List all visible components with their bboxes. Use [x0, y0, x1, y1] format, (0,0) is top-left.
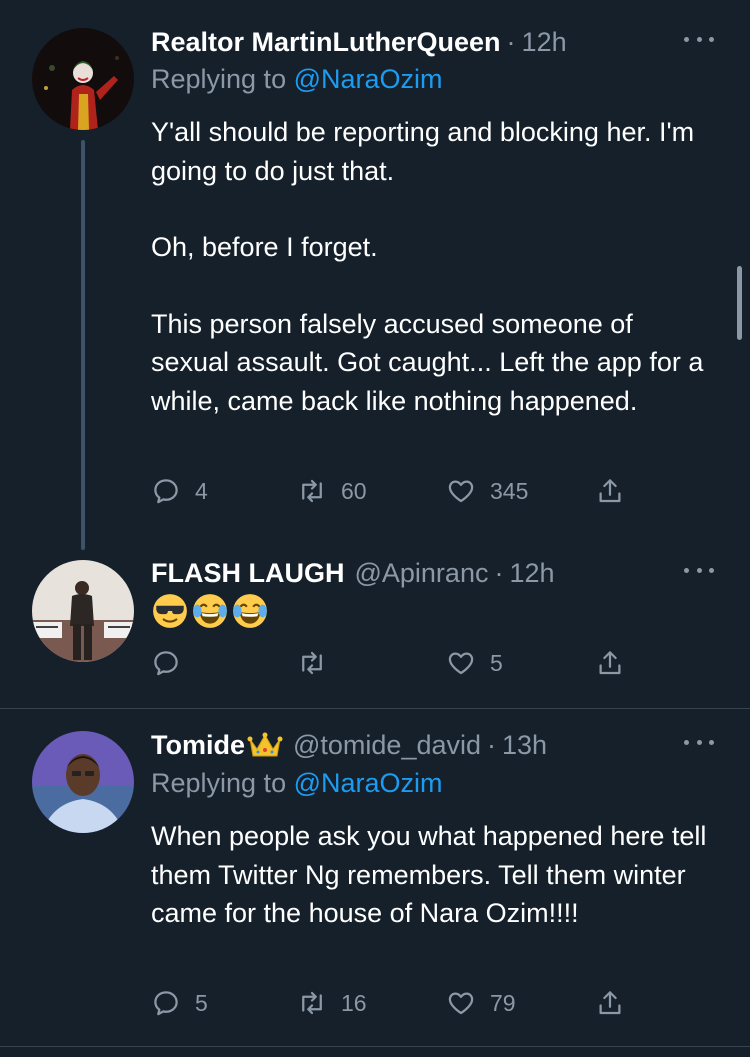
dot-separator: ·: [487, 729, 497, 760]
joker-avatar-image: [32, 28, 134, 130]
tweet-text: When people ask you what happened here t…: [151, 817, 726, 933]
tweet-paragraph: This person falsely accused someone of s…: [151, 308, 704, 416]
reply-button[interactable]: [151, 643, 195, 683]
sunglasses-emoji: [153, 594, 187, 628]
retweet-icon: [302, 479, 322, 503]
thread-line: [81, 140, 85, 550]
tweet-actions: 5 16 79: [151, 983, 631, 1023]
heart-icon: [448, 992, 474, 1015]
share-icon: [599, 651, 621, 675]
joy-emoji: [233, 594, 267, 628]
reply-icon: [154, 651, 178, 676]
share-button[interactable]: [595, 983, 625, 1023]
avatar[interactable]: [32, 731, 134, 833]
retweet-icon: [302, 651, 322, 675]
tweet-header: Tomide @tomide_david · 13h: [151, 725, 547, 765]
heart-icon: [448, 652, 474, 675]
like-button[interactable]: 79: [446, 983, 516, 1023]
tweet-actions: 5: [151, 643, 631, 683]
mention-link[interactable]: @NaraOzim: [294, 64, 443, 94]
display-name[interactable]: FLASH LAUGH: [151, 558, 344, 589]
retweet-button[interactable]: 60: [297, 471, 367, 511]
timestamp[interactable]: 13h: [502, 730, 547, 761]
scrollbar[interactable]: [737, 266, 742, 340]
retweet-count: 16: [341, 989, 367, 1016]
like-count: 79: [490, 989, 516, 1016]
replying-label: Replying to: [151, 768, 287, 798]
like-button[interactable]: 345: [446, 471, 528, 511]
retweet-button[interactable]: 16: [297, 983, 367, 1023]
dot-separator: ·: [494, 557, 504, 588]
divider: [0, 1046, 750, 1047]
reply-icon: [154, 479, 178, 504]
tweet-actions: 4 60 345: [151, 471, 631, 511]
dot-separator: ·: [506, 26, 516, 57]
share-icon: [599, 991, 621, 1015]
reply-button[interactable]: 5: [151, 983, 208, 1023]
more-options-icon[interactable]: [684, 740, 714, 750]
avatar[interactable]: [32, 28, 134, 130]
handle[interactable]: @tomide_david: [293, 730, 481, 761]
mention-link[interactable]: @NaraOzim: [294, 768, 443, 798]
replying-to: Replying to @NaraOzim: [151, 768, 443, 799]
reply-count: 5: [195, 989, 208, 1016]
share-icon: [599, 479, 621, 503]
tweet-text: Y'all should be reporting and blocking h…: [151, 113, 726, 420]
retweet-icon: [302, 991, 322, 1015]
tomide-avatar-image: [32, 731, 134, 833]
tweet-tomide[interactable]: Tomide @tomide_david · 13h Replying to @…: [0, 709, 750, 1046]
share-button[interactable]: [595, 471, 625, 511]
tweet-realtor[interactable]: Realtor MartinLutherQueen · 12h Replying…: [0, 0, 750, 550]
emoji-row: [151, 592, 269, 630]
share-button[interactable]: [595, 643, 625, 683]
replying-label: Replying to: [151, 64, 287, 94]
reply-button[interactable]: 4: [151, 471, 208, 511]
retweet-button[interactable]: [297, 643, 341, 683]
display-name[interactable]: Realtor MartinLutherQueen: [151, 27, 501, 58]
like-button[interactable]: 5: [446, 643, 503, 683]
tweet-flash-laugh[interactable]: FLASH LAUGH @Apinranc · 12h 5: [0, 525, 750, 708]
more-options-icon[interactable]: [684, 568, 714, 578]
retweet-count: 60: [341, 477, 367, 504]
crown-emoji: [247, 732, 283, 757]
tweet-paragraph: Y'all should be reporting and blocking h…: [151, 117, 695, 186]
tweet-header: FLASH LAUGH @Apinranc · 12h: [151, 553, 555, 593]
like-count: 5: [490, 649, 503, 676]
more-options-icon[interactable]: [684, 37, 714, 47]
avatar[interactable]: [32, 560, 134, 662]
handle[interactable]: @Apinranc: [354, 558, 488, 589]
like-count: 345: [490, 477, 529, 504]
reply-icon: [154, 991, 178, 1016]
reply-count: 4: [195, 477, 208, 504]
display-name[interactable]: Tomide: [151, 730, 245, 761]
flash-avatar-image: [32, 560, 134, 662]
heart-icon: [448, 480, 474, 503]
timestamp[interactable]: 12h: [522, 27, 567, 58]
tweet-paragraph: Oh, before I forget.: [151, 232, 378, 262]
replying-to: Replying to @NaraOzim: [151, 64, 443, 95]
joy-emoji: [193, 594, 227, 628]
tweet-paragraph: When people ask you what happened here t…: [151, 821, 707, 928]
tweet-header: Realtor MartinLutherQueen · 12h: [151, 22, 567, 62]
timestamp[interactable]: 12h: [509, 558, 554, 589]
